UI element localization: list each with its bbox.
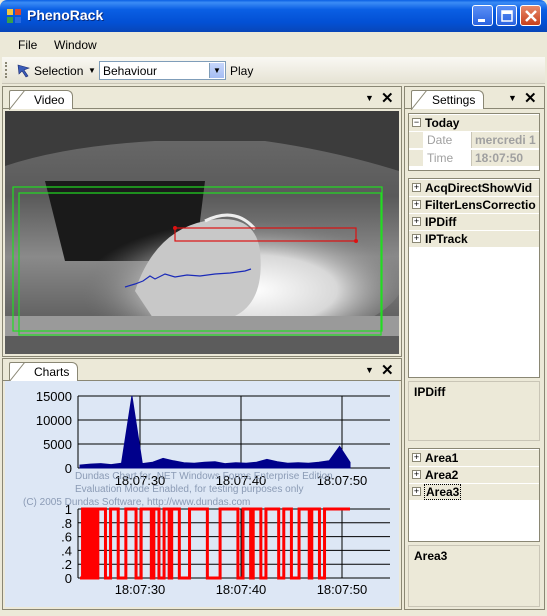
minimize-icon — [478, 19, 485, 22]
module-row[interactable]: + FilterLensCorrectio — [409, 197, 539, 213]
chart1-y-tick-label: 0 — [65, 461, 72, 476]
module-row[interactable]: + IPTrack — [409, 231, 539, 247]
video-panel-dropdown-icon[interactable]: ▼ — [365, 93, 374, 103]
area-description-box: Area3 — [408, 545, 540, 607]
expand-icon[interactable]: + — [412, 217, 421, 226]
date-property-label: Date — [427, 133, 453, 147]
video-frame[interactable] — [5, 111, 399, 354]
chart1-area-series — [79, 395, 351, 469]
settings-panel: Settings ▼ ✕ − Today Date mercredi 1 Tim… — [404, 86, 545, 610]
selection-icon — [17, 64, 30, 78]
tab-settings[interactable]: Settings — [411, 90, 485, 110]
area-row-selected[interactable]: + Area3 — [409, 484, 539, 500]
menu-window[interactable]: Window — [54, 38, 97, 52]
chart1-y-tick-label: 15000 — [36, 389, 72, 404]
expand-icon[interactable]: + — [412, 487, 421, 496]
area-presence-chart: 0.2.4.6.8118:07:30 18:07:40 18:07:50 — [61, 502, 390, 597]
chart2-x-tick-label: 18:07:30 — [115, 582, 166, 597]
area-description-title: Area3 — [414, 549, 448, 563]
minimize-button[interactable] — [472, 5, 493, 26]
tab-charts[interactable]: Charts — [9, 362, 79, 382]
settings-panel-dropdown-icon[interactable]: ▼ — [508, 93, 517, 103]
date-property-value: mercredi 1 — [475, 133, 536, 147]
expand-icon[interactable]: + — [412, 470, 421, 479]
tab-charts-label: Charts — [34, 365, 70, 379]
time-property-label: Time — [427, 151, 454, 165]
module-row[interactable]: + IPDiff — [409, 214, 539, 230]
chevron-down-icon[interactable]: ▼ — [209, 63, 224, 78]
chart2-y-tick-label: 0 — [65, 571, 72, 586]
expand-icon[interactable]: + — [412, 453, 421, 462]
chart2-y-tick-label: .6 — [61, 530, 72, 545]
close-icon — [525, 10, 537, 22]
chart2-y-tick-label: .2 — [61, 557, 72, 572]
chart1-y-tick-label: 10000 — [36, 413, 72, 428]
tab-video-label: Video — [34, 93, 65, 107]
window-title: PhenoRack — [27, 7, 104, 23]
chart2-x-tick-label: 18:07:50 — [317, 582, 368, 597]
module-description-box: IPDiff — [408, 381, 540, 441]
areas-property-grid[interactable]: + Area1 + Area2 + Area3 — [408, 448, 540, 542]
module-row[interactable]: + AcqDirectShowVid — [409, 180, 539, 196]
charts-panel-close-icon[interactable]: ✕ — [381, 361, 394, 379]
menu-bar: File Window — [0, 32, 547, 56]
charts-panel-dropdown-icon[interactable]: ▼ — [365, 365, 374, 375]
maximize-icon — [501, 10, 513, 22]
expand-icon[interactable]: + — [412, 200, 421, 209]
selection-dropdown-arrow-icon[interactable]: ▼ — [88, 66, 96, 75]
date-property-row[interactable]: Date mercredi 1 — [409, 132, 539, 148]
time-property-row[interactable]: Time 18:07:50 — [409, 150, 539, 166]
settings-panel-close-icon[interactable]: ✕ — [524, 89, 537, 107]
today-property-grid[interactable]: − Today Date mercredi 1 Time 18:07:50 — [408, 113, 540, 171]
charts-area[interactable]: 0 5000 10000 15000 18:07:30 18:07:40 18:07:50 … — [5, 381, 399, 607]
chart2-x-tick-label: 18:07:40 — [216, 582, 267, 597]
module-description-title: IPDiff — [414, 385, 446, 399]
chart1-y-tick-label: 5000 — [43, 437, 72, 452]
play-button[interactable]: Play — [230, 64, 253, 78]
toolbar: Selection ▼ Behaviour ▼ Play — [2, 57, 545, 84]
charts-panel: Charts ▼ ✕ 0 5000 10000 15000 18:07:30 18:07:… — [2, 358, 402, 610]
video-panel-close-icon[interactable]: ✕ — [381, 89, 394, 107]
toolbar-grip[interactable] — [5, 62, 8, 78]
video-image — [5, 111, 399, 354]
chart-watermark-line-1: Dundas Chart for .NET Windows Forms Ente… — [75, 471, 333, 482]
time-property-value: 18:07:50 — [475, 151, 524, 165]
chart-watermark-line-3: (C) 2005 Dundas Software, http://www.dun… — [23, 497, 250, 508]
close-button[interactable] — [520, 5, 541, 26]
app-icon — [7, 9, 21, 23]
collapse-icon[interactable]: − — [412, 118, 421, 127]
chart2-step-series — [80, 507, 350, 580]
expand-icon[interactable]: + — [412, 183, 421, 192]
chart2-y-tick-label: .4 — [61, 543, 72, 558]
area-row[interactable]: + Area2 — [409, 467, 539, 483]
today-category-row[interactable]: − Today — [409, 115, 539, 131]
maximize-button[interactable] — [496, 5, 517, 26]
expand-icon[interactable]: + — [412, 234, 421, 243]
chart2-y-tick-label: .8 — [61, 516, 72, 531]
area-row[interactable]: + Area1 — [409, 450, 539, 466]
chart-watermark-line-2: Evaluation Mode Enabled, for testing pur… — [75, 484, 303, 495]
charts-canvas: 05000100001500018:07:30 18:07:40 18:07:50 … — [23, 389, 390, 597]
mode-combobox-value: Behaviour — [103, 64, 158, 78]
tab-settings-label: Settings — [432, 93, 476, 107]
tab-video[interactable]: Video — [9, 90, 74, 110]
video-panel: Video ▼ ✕ — [2, 86, 402, 357]
menu-file[interactable]: File — [18, 38, 37, 52]
mode-combobox[interactable]: Behaviour ▼ — [99, 61, 226, 80]
modules-property-grid[interactable]: + AcqDirectShowVid + FilterLensCorrectio… — [408, 178, 540, 378]
selection-dropdown-button[interactable]: Selection — [34, 64, 83, 78]
title-bar[interactable]: PhenoRack — [0, 0, 547, 32]
